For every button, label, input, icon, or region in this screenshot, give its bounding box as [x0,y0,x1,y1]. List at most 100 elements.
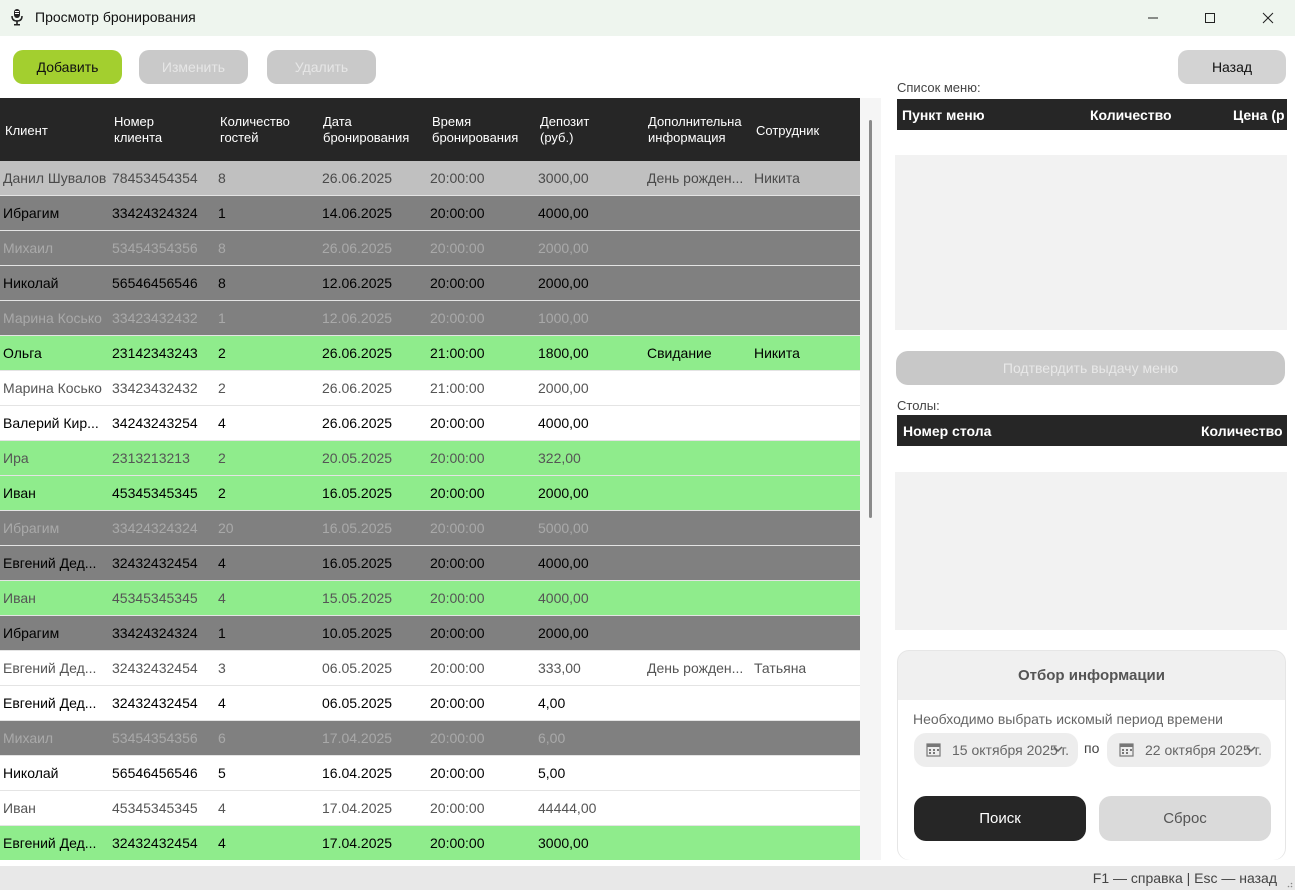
menu-table-body[interactable] [895,155,1287,330]
cell-deposit: 2000,00 [538,275,589,291]
table-row[interactable]: Евгений Дед... 32432432454 3 06.05.2025 20:0… [0,651,860,686]
cell-deposit: 44444,00 [538,800,597,816]
cell-phone: 32432432454 [112,660,198,676]
menu-col-item: Пункт меню [902,107,985,123]
table-row[interactable]: Евгений Дед... 32432432454 4 17.04.2025 20:0… [0,826,860,860]
date-to-picker[interactable]: 22 октября 2025 г. [1107,733,1271,767]
table-row[interactable]: Валерий Кир... 34243243254 4 26.06.2025 20:0… [0,406,860,441]
cell-deposit: 2000,00 [538,485,589,501]
cell-deposit: 3000,00 [538,835,589,851]
cell-phone: 33423432432 [112,380,198,396]
column-header-deposit[interactable]: Депозит (руб.) [540,114,589,146]
column-header-info[interactable]: Дополнительна информация [648,114,742,146]
chevron-down-icon [1246,746,1256,753]
cell-phone: 33424324324 [112,520,198,536]
confirm-menu-button[interactable]: Подтвердить выдачу меню [896,351,1285,385]
cell-date: 14.06.2025 [322,205,393,221]
table-scrollbar[interactable] [860,98,881,860]
table-row[interactable]: Данил Шувалов 78453454354 8 26.06.2025 20:00… [0,161,860,196]
table-row[interactable]: Марина Косько 33423432432 1 12.06.2025 20:00… [0,301,860,336]
column-header-client[interactable]: Клиент [5,123,48,139]
date-from-picker[interactable]: 15 октября 2025 г. [914,733,1078,767]
status-hotkeys: F1 — справка | Esc — назад [1092,870,1277,886]
cell-staff: Татьяна [754,660,807,676]
table-row[interactable]: Михаил 53454354356 6 17.04.2025 20:00:00 6,00 [0,721,860,756]
cell-client: Иван [3,800,36,816]
close-icon [1262,12,1273,24]
cell-phone: 56546456546 [112,275,198,291]
cell-deposit: 2000,00 [538,380,589,396]
table-row[interactable]: Марина Косько 33423432432 2 26.06.2025 21:00… [0,371,860,406]
cell-phone: 34243243254 [112,415,198,431]
table-row[interactable]: Иван 45345345345 4 15.05.2025 20:00:00 4000,0… [0,581,860,616]
cell-date: 26.06.2025 [322,415,393,431]
cell-phone: 32432432454 [112,555,198,571]
edit-button[interactable]: Изменить [139,50,248,84]
microphone-icon [11,9,23,26]
cell-deposit: 4000,00 [538,590,589,606]
cell-date: 16.05.2025 [322,555,393,571]
column-header-staff[interactable]: Сотрудник [756,123,819,139]
table-row[interactable]: Ольга 23142343243 2 26.06.2025 21:00:00 1800,… [0,336,860,371]
cell-guests: 2 [218,345,226,361]
reset-button[interactable]: Сброс [1099,796,1271,841]
cell-time: 20:00:00 [430,415,485,431]
table-body: Данил Шувалов 78453454354 8 26.06.2025 20:00… [0,161,860,860]
column-header-line: Депозит [540,114,590,129]
cell-client: Иван [3,485,36,501]
cell-guests: 4 [218,695,226,711]
back-button[interactable]: Назад [1178,50,1286,84]
search-button[interactable]: Поиск [914,796,1086,841]
chevron-down-icon [1053,746,1063,753]
column-header-line: клиента [114,130,163,145]
table-row[interactable]: Евгений Дед... 32432432454 4 16.05.2025 20:0… [0,546,860,581]
table-row[interactable]: Николай 56546456546 8 12.06.2025 20:00:00 200… [0,266,860,301]
table-row[interactable]: Ира 2313213213 2 20.05.2025 20:00:00 322,00 [0,441,860,476]
table-row[interactable]: Ибрагим 33424324324 1 10.05.2025 20:00:00 200… [0,616,860,651]
table-row[interactable]: Михаил 53454354356 8 26.06.2025 20:00:00 2000… [0,231,860,266]
cell-client: Евгений Дед... [3,660,97,676]
filter-panel: Отбор информации Необходимо выбрать иско… [897,650,1286,860]
cell-client: Ира [3,450,29,466]
minimize-button[interactable] [1125,0,1180,36]
column-header-time[interactable]: Время бронирования [432,114,518,146]
cell-guests: 2 [218,485,226,501]
cell-client: Валерий Кир... [3,415,99,431]
minimize-icon [1147,17,1158,19]
filter-title: Отбор информации [1017,667,1165,684]
table-row[interactable]: Иван 45345345345 2 16.05.2025 20:00:00 2000,0… [0,476,860,511]
column-header-guests[interactable]: Количество гостей [220,114,290,146]
cell-guests: 8 [218,170,226,186]
cell-time: 20:00:00 [430,835,485,851]
column-header-line: Сотрудник [756,123,820,138]
cell-time: 21:00:00 [430,380,485,396]
add-button[interactable]: Добавить [13,50,122,84]
resize-grip-icon[interactable] [1285,880,1293,888]
column-header-date[interactable]: Дата бронирования [323,114,409,146]
cell-info: День рожден... [647,660,744,676]
scrollbar-thumb[interactable] [869,120,872,518]
column-header-line: (руб.) [540,130,574,145]
table-row[interactable]: Ибрагим 33424324324 1 14.06.2025 20:00:00 400… [0,196,860,231]
cell-client: Николай [3,765,59,781]
cell-time: 20:00:00 [430,520,485,536]
close-button[interactable] [1240,0,1295,36]
cell-guests: 4 [218,800,226,816]
cell-deposit: 2000,00 [538,625,589,641]
cell-date: 17.04.2025 [322,730,393,746]
tables-table-body[interactable] [895,472,1287,630]
column-header-phone[interactable]: Номер клиента [114,114,162,146]
table-row[interactable]: Иван 45345345345 4 17.04.2025 20:00:00 44444,… [0,791,860,826]
cell-date: 26.06.2025 [322,345,393,361]
cell-phone: 45345345345 [112,485,198,501]
table-row[interactable]: Ибрагим 33424324324 20 16.05.2025 20:00:00 50… [0,511,860,546]
table-row[interactable]: Евгений Дед... 32432432454 4 06.05.2025 20:0… [0,686,860,721]
table-row[interactable]: Николай 56546456546 5 16.04.2025 20:00:00 5,0… [0,756,860,791]
bookings-table[interactable]: Клиент Номер клиента Количество гостей Дата бр… [0,98,860,860]
cell-phone: 33424324324 [112,625,198,641]
date-range-separator: по [1084,740,1100,756]
maximize-button[interactable] [1182,0,1237,36]
cell-client: Марина Косько [3,380,102,396]
delete-button[interactable]: Удалить [267,50,376,84]
cell-time: 20:00:00 [430,660,485,676]
